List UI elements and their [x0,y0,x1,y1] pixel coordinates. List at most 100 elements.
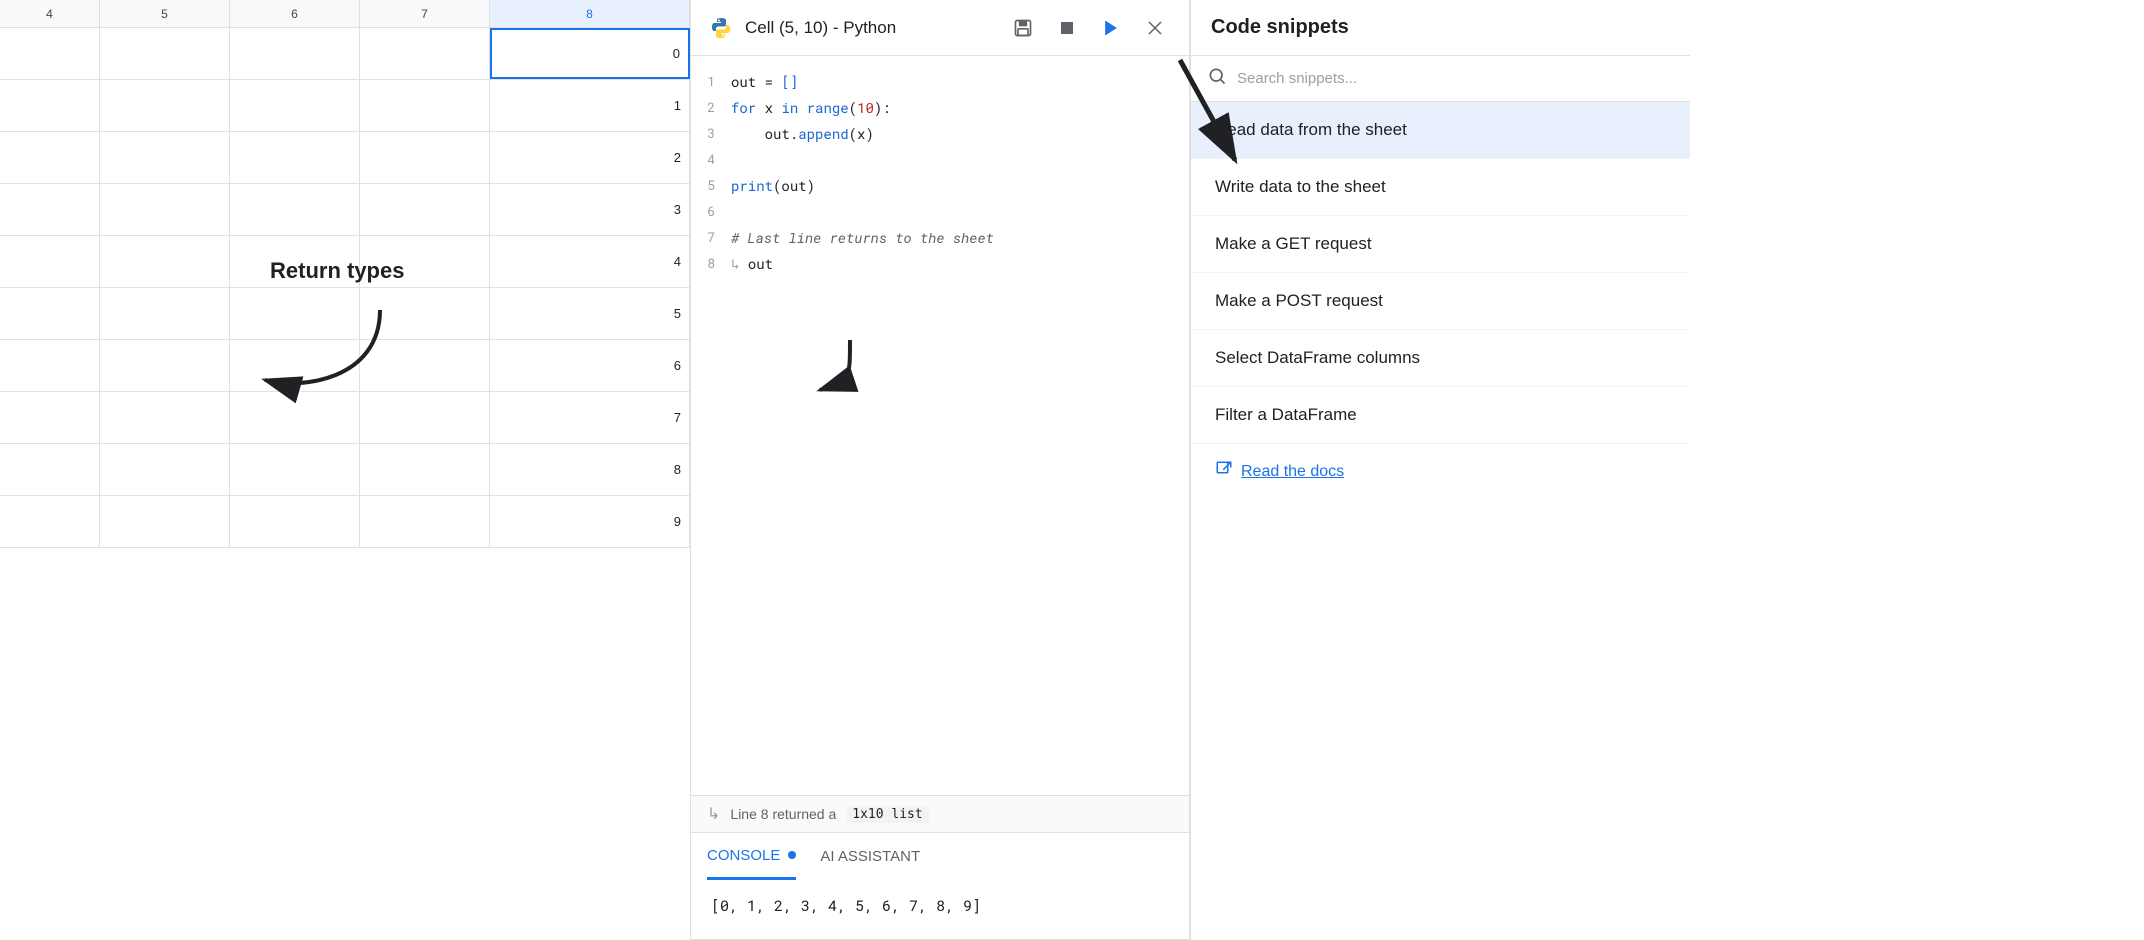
snippet-item-read[interactable]: Read data from the sheet [1191,102,1690,159]
cell-r2c8[interactable]: 2 [490,132,690,183]
cell-r8c5[interactable] [100,444,230,495]
return-text: Line 8 returned a [730,806,836,822]
editor-header: Cell (5, 10) - Python [691,0,1189,56]
cell-r2c5[interactable] [100,132,230,183]
cell-r3c5[interactable] [100,184,230,235]
cell-r7c4[interactable] [0,392,100,443]
cell-r9c7[interactable] [360,496,490,547]
cell-r2c4[interactable] [0,132,100,183]
code-line-6: 6 [691,198,1189,224]
close-button[interactable] [1137,10,1173,46]
cell-r9c6[interactable] [230,496,360,547]
line-content: ↳ out [731,254,773,273]
cell-r4c4[interactable] [0,236,100,287]
cell-r7c8[interactable]: 7 [490,392,690,443]
line-content: out.append(x) [731,124,874,143]
cell-r7c7[interactable] [360,392,490,443]
table-row[interactable]: 5 [0,288,690,340]
tab-ai-label: AI ASSISTANT [820,848,920,865]
cell-r0c7[interactable] [360,28,490,79]
line-number: 3 [691,124,731,142]
cell-r8c7[interactable] [360,444,490,495]
table-row[interactable]: 0 [0,28,690,80]
cell-r1c5[interactable] [100,80,230,131]
cell-r8c4[interactable] [0,444,100,495]
cell-r7c6[interactable] [230,392,360,443]
cell-r7c5[interactable] [100,392,230,443]
cell-r4c5[interactable] [100,236,230,287]
spreadsheet: 4 5 6 7 8 0 1 2 [0,0,690,940]
cell-r6c7[interactable] [360,340,490,391]
return-types-label: Return types [270,258,404,284]
save-button[interactable] [1005,10,1041,46]
cell-r1c6[interactable] [230,80,360,131]
cell-r0c8[interactable]: 0 [490,28,690,79]
cell-r1c8[interactable]: 1 [490,80,690,131]
tab-console-label: CONSOLE [707,847,780,864]
snippets-title: Code snippets [1211,16,1670,39]
line-content [731,202,739,221]
cell-r6c8[interactable]: 6 [490,340,690,391]
snippet-item-filter-df[interactable]: Filter a DataFrame [1191,387,1690,444]
col-header-7: 7 [360,0,490,27]
line-number: 4 [691,150,731,168]
table-row[interactable]: 9 [0,496,690,548]
stop-icon [1058,19,1076,37]
line-number: 5 [691,176,731,194]
line-number: 1 [691,72,731,90]
cell-r3c7[interactable] [360,184,490,235]
read-docs-link[interactable]: Read the docs [1191,444,1690,499]
cell-r8c8[interactable]: 8 [490,444,690,495]
cell-r6c5[interactable] [100,340,230,391]
table-row[interactable]: 1 [0,80,690,132]
stop-button[interactable] [1049,10,1085,46]
cell-r5c4[interactable] [0,288,100,339]
table-row[interactable]: 2 [0,132,690,184]
cell-r0c4[interactable] [0,28,100,79]
snippet-item-get[interactable]: Make a GET request [1191,216,1690,273]
cell-r8c6[interactable] [230,444,360,495]
cell-r0c6[interactable] [230,28,360,79]
snippet-item-post[interactable]: Make a POST request [1191,273,1690,330]
cell-r0c5[interactable] [100,28,230,79]
cell-r4c8[interactable]: 4 [490,236,690,287]
tab-console[interactable]: CONSOLE [707,833,796,880]
cell-r3c4[interactable] [0,184,100,235]
cell-r1c4[interactable] [0,80,100,131]
grid-body: 0 1 2 3 [0,28,690,548]
return-info: ↳ Line 8 returned a 1x10 list [691,795,1189,832]
search-input[interactable] [1237,70,1674,87]
line-content: out = [] [731,72,798,91]
cell-r5c7[interactable] [360,288,490,339]
code-line-2: 2 for x in range(10): [691,94,1189,120]
cell-r9c4[interactable] [0,496,100,547]
code-editor[interactable]: 1 out = [] 2 for x in range(10): 3 out.a… [691,56,1189,795]
snippet-item-write[interactable]: Write data to the sheet [1191,159,1690,216]
search-icon [1207,66,1227,91]
cell-r3c8[interactable]: 3 [490,184,690,235]
cell-r1c7[interactable] [360,80,490,131]
cell-r9c8[interactable]: 9 [490,496,690,547]
run-button[interactable] [1093,10,1129,46]
table-row[interactable]: 7 [0,392,690,444]
table-row[interactable]: 3 [0,184,690,236]
code-line-8: 8 ↳ out [691,250,1189,276]
table-row[interactable]: 6 [0,340,690,392]
cell-r2c7[interactable] [360,132,490,183]
cell-r5c5[interactable] [100,288,230,339]
tab-ai-assistant[interactable]: AI ASSISTANT [820,833,920,880]
snippet-item-select-df[interactable]: Select DataFrame columns [1191,330,1690,387]
external-link-icon [1215,460,1233,483]
cell-r6c6[interactable] [230,340,360,391]
cell-r5c6[interactable] [230,288,360,339]
console-tabs: CONSOLE AI ASSISTANT [691,832,1189,880]
table-row[interactable]: 8 [0,444,690,496]
cell-r9c5[interactable] [100,496,230,547]
cell-r3c6[interactable] [230,184,360,235]
docs-label: Read the docs [1241,463,1344,481]
cell-r6c4[interactable] [0,340,100,391]
editor-panel: Cell (5, 10) - Python [690,0,1190,940]
run-icon [1101,18,1121,38]
cell-r5c8[interactable]: 5 [490,288,690,339]
cell-r2c6[interactable] [230,132,360,183]
